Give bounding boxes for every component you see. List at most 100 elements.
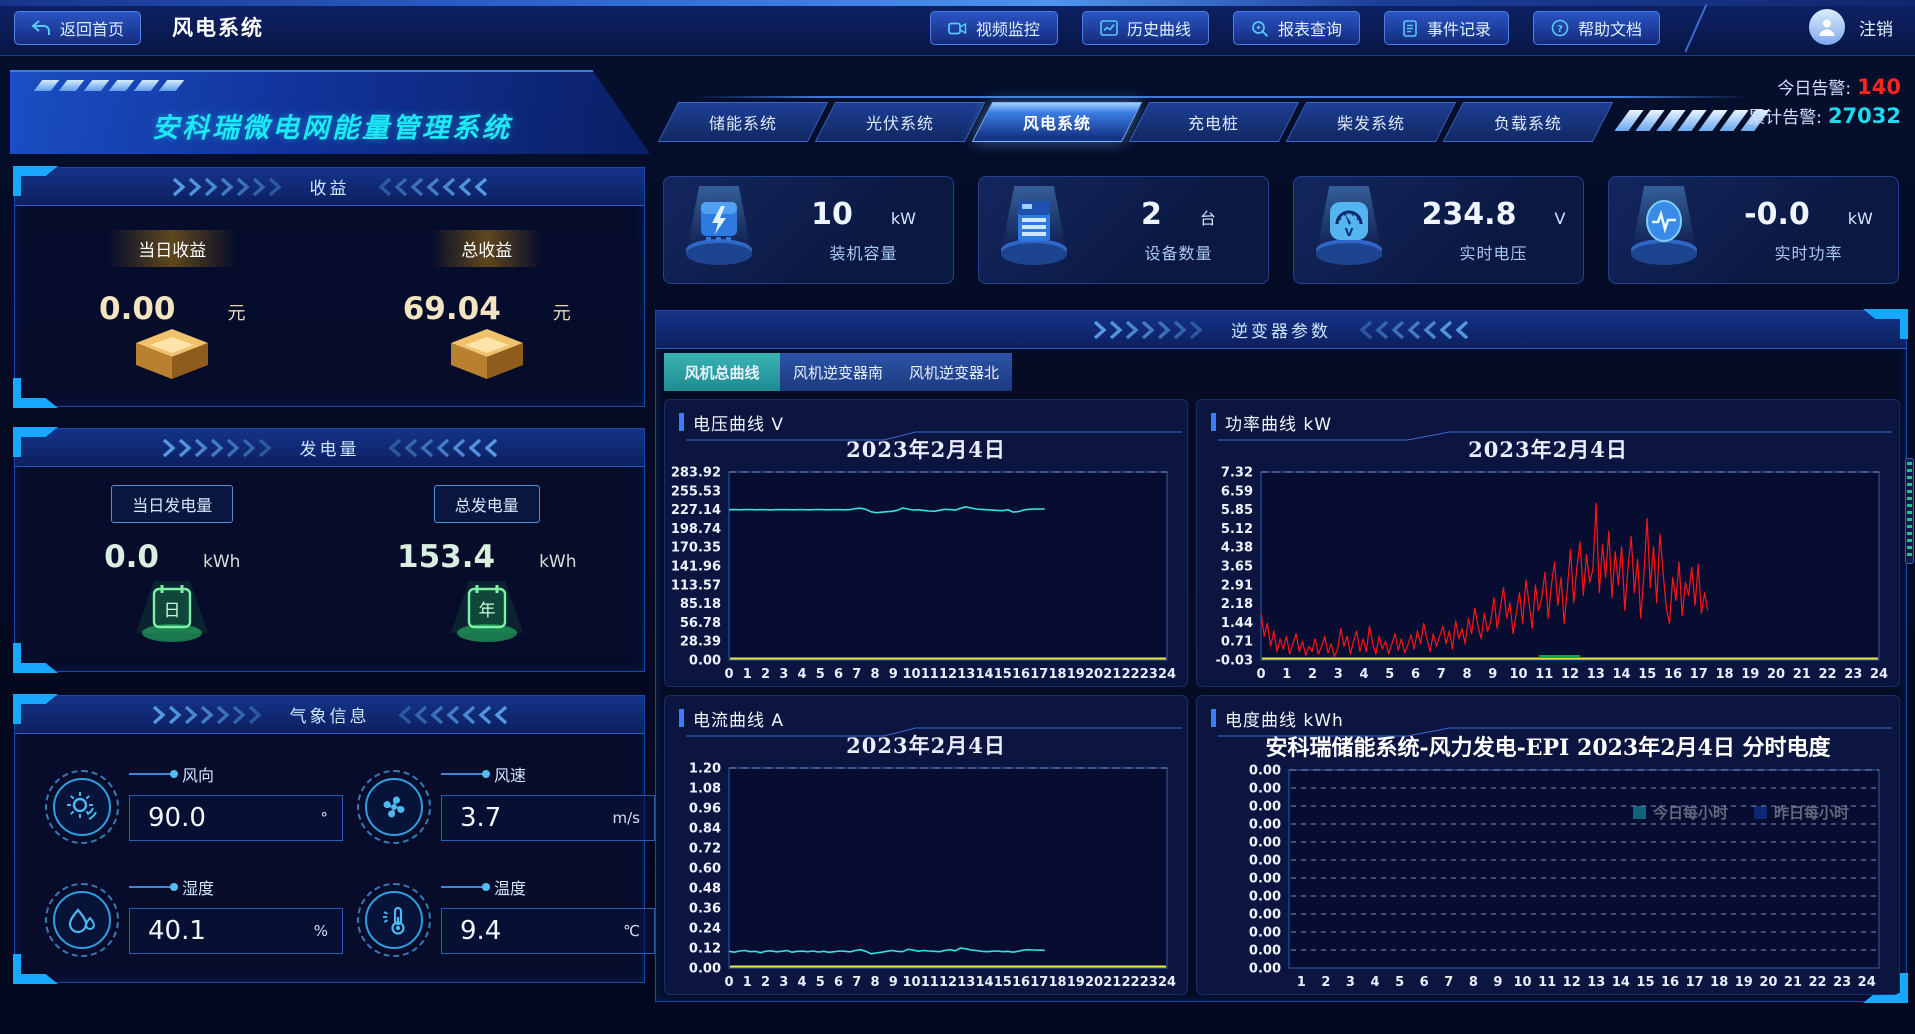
top-accent-strip	[0, 0, 1915, 6]
svg-text:1.44: 1.44	[1221, 616, 1253, 631]
help-doc-button[interactable]: ? 帮助文档	[1533, 11, 1660, 45]
top-nav-buttons: 视频监控 历史曲线 报表查询 事件记录 ? 帮助文档	[930, 11, 1660, 45]
svg-text:24: 24	[1158, 667, 1176, 682]
chevrons-left-icon	[370, 178, 488, 196]
tab-diesel-system[interactable]: 柴发系统	[1286, 102, 1456, 142]
svg-text:10: 10	[902, 975, 920, 990]
svg-text:0: 0	[724, 975, 733, 990]
svg-text:16: 16	[1012, 667, 1030, 682]
history-curve-button[interactable]: 历史曲线	[1082, 11, 1209, 45]
svg-text:4: 4	[1371, 975, 1380, 990]
svg-text:4: 4	[1359, 667, 1368, 682]
svg-text:14: 14	[975, 667, 993, 682]
svg-text:3: 3	[1334, 667, 1343, 682]
svg-text:7: 7	[1437, 667, 1446, 682]
hazard-stripes-decor	[1622, 110, 1769, 131]
inverter-panel-header: 逆变器参数	[656, 311, 1906, 349]
svg-text:22: 22	[1818, 667, 1836, 682]
realtime-voltage-label: 实时电压	[1459, 240, 1527, 264]
tab-pv-system[interactable]: 光伏系统	[815, 102, 985, 142]
svg-text:4.38: 4.38	[1221, 541, 1253, 556]
subtab-inverter-north[interactable]: 风机逆变器北	[896, 353, 1012, 391]
total-alarm-value: 27032	[1828, 104, 1901, 128]
daily-revenue-value: 0.00	[99, 291, 176, 327]
svg-text:5: 5	[1385, 667, 1394, 682]
svg-text:23: 23	[1833, 975, 1851, 990]
chevrons-right-icon	[162, 439, 280, 457]
svg-text:15: 15	[1636, 975, 1654, 990]
svg-text:16: 16	[1661, 975, 1679, 990]
wind-direction-value-box: 90.0°	[129, 795, 343, 841]
revenue-panel-header: 收益	[15, 168, 644, 206]
topbar-divider	[1685, 4, 1708, 52]
tab-wind-system[interactable]: 风电系统	[972, 102, 1142, 142]
event-log-button[interactable]: 事件记录	[1384, 11, 1509, 45]
svg-text:3.65: 3.65	[1221, 560, 1253, 575]
right-scrollbar[interactable]	[1905, 458, 1914, 564]
humidity-value-box: 40.1%	[129, 908, 343, 954]
svg-text:6: 6	[1411, 667, 1420, 682]
realtime-power-label: 实时功率	[1774, 240, 1842, 264]
svg-text:6.59: 6.59	[1221, 484, 1253, 499]
svg-text:0.00: 0.00	[1249, 944, 1281, 959]
svg-text:14: 14	[1612, 975, 1630, 990]
subtab-total-curve[interactable]: 风机总曲线	[664, 353, 780, 391]
svg-text:3: 3	[779, 975, 788, 990]
current-chart-title: 电流曲线 A	[665, 696, 1187, 730]
svg-text:9: 9	[1493, 975, 1502, 990]
svg-text:14: 14	[1612, 667, 1630, 682]
back-home-button[interactable]: 返回首页	[14, 11, 141, 45]
svg-text:0.12: 0.12	[689, 942, 721, 957]
svg-text:8: 8	[870, 667, 879, 682]
device-count-value: 2	[1141, 197, 1162, 232]
svg-text:4: 4	[797, 975, 806, 990]
current-chart-card: 电流曲线 A 2023年2月4日 1.201.080.960.840.720.6…	[664, 695, 1188, 995]
video-monitor-button[interactable]: 视频监控	[930, 11, 1058, 45]
installed-capacity-value: 10	[811, 197, 853, 232]
svg-text:85.18: 85.18	[680, 597, 721, 612]
svg-text:?: ?	[1557, 24, 1563, 35]
svg-text:2: 2	[1321, 975, 1330, 990]
total-alarm: 累计告警:27032	[1748, 103, 1901, 132]
svg-text:8: 8	[1462, 667, 1471, 682]
svg-text:283.92: 283.92	[671, 466, 721, 481]
chevrons-left-icon	[380, 439, 498, 457]
daily-revenue-label: 当日收益	[108, 230, 236, 267]
svg-text:10: 10	[1509, 667, 1527, 682]
tab-storage-system[interactable]: 储能系统	[658, 102, 828, 142]
wind-speed-icon	[365, 778, 423, 836]
svg-text:17: 17	[1686, 975, 1704, 990]
today-alarm-value: 140	[1857, 75, 1901, 99]
voltage-chart-date: 2023年2月4日	[665, 434, 1187, 464]
user-avatar[interactable]	[1809, 9, 1845, 45]
svg-text:8: 8	[870, 975, 879, 990]
svg-text:0.00: 0.00	[1249, 818, 1281, 833]
svg-text:6: 6	[834, 975, 843, 990]
svg-text:0.00: 0.00	[1249, 890, 1281, 905]
logout-button[interactable]: 注销	[1859, 15, 1893, 40]
event-log-icon	[1402, 20, 1418, 37]
revenue-panel-title: 收益	[310, 174, 350, 199]
wind-direction-item: 风向 90.0°	[45, 756, 343, 855]
voltage-chart-card: 电压曲线 V 2023年2月4日 283.92255.53227.14198.7…	[664, 399, 1188, 687]
user-area: 注销	[1809, 9, 1893, 45]
gold-box-icon	[443, 327, 531, 385]
svg-text:22: 22	[1121, 975, 1139, 990]
top-navbar: 返回首页 风电系统 视频监控 历史曲线 报表查询 事件记录 ? 帮助文档	[0, 0, 1915, 56]
svg-text:22: 22	[1808, 975, 1826, 990]
voltage-chart-title: 电压曲线 V	[665, 400, 1187, 434]
report-query-button[interactable]: 报表查询	[1233, 11, 1360, 45]
svg-text:5: 5	[816, 975, 825, 990]
svg-text:11: 11	[921, 975, 939, 990]
report-search-icon	[1251, 20, 1269, 37]
tab-charging-pile[interactable]: 充电桩	[1129, 102, 1299, 142]
subtab-inverter-south[interactable]: 风机逆变器南	[780, 353, 896, 391]
svg-text:15: 15	[994, 667, 1012, 682]
svg-text:11: 11	[1535, 667, 1553, 682]
svg-text:1: 1	[743, 975, 752, 990]
svg-text:6: 6	[1420, 975, 1429, 990]
svg-text:20: 20	[1085, 975, 1103, 990]
tab-load-system[interactable]: 负载系统	[1443, 102, 1613, 142]
weather-panel-title: 气象信息	[290, 702, 370, 727]
svg-text:19: 19	[1067, 667, 1085, 682]
